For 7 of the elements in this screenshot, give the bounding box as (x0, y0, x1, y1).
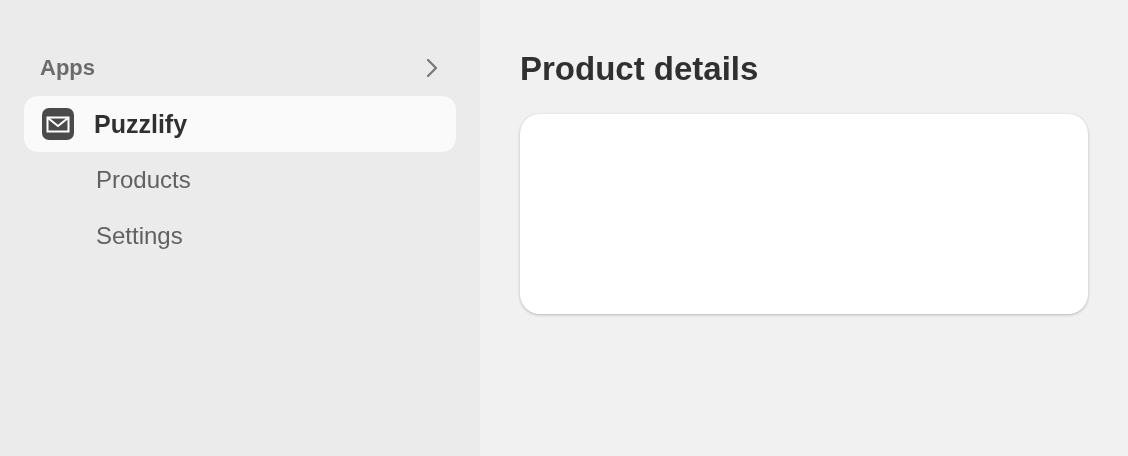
app-nav-item[interactable]: Puzzlify (24, 96, 456, 152)
sub-nav-item[interactable]: Products (24, 152, 191, 208)
page-title: Product details (520, 50, 760, 88)
envelope-icon (42, 108, 74, 140)
chevron-right-icon[interactable] (426, 58, 438, 78)
section-label: Apps (40, 55, 95, 81)
sub-nav-item[interactable]: Settings (24, 208, 183, 264)
